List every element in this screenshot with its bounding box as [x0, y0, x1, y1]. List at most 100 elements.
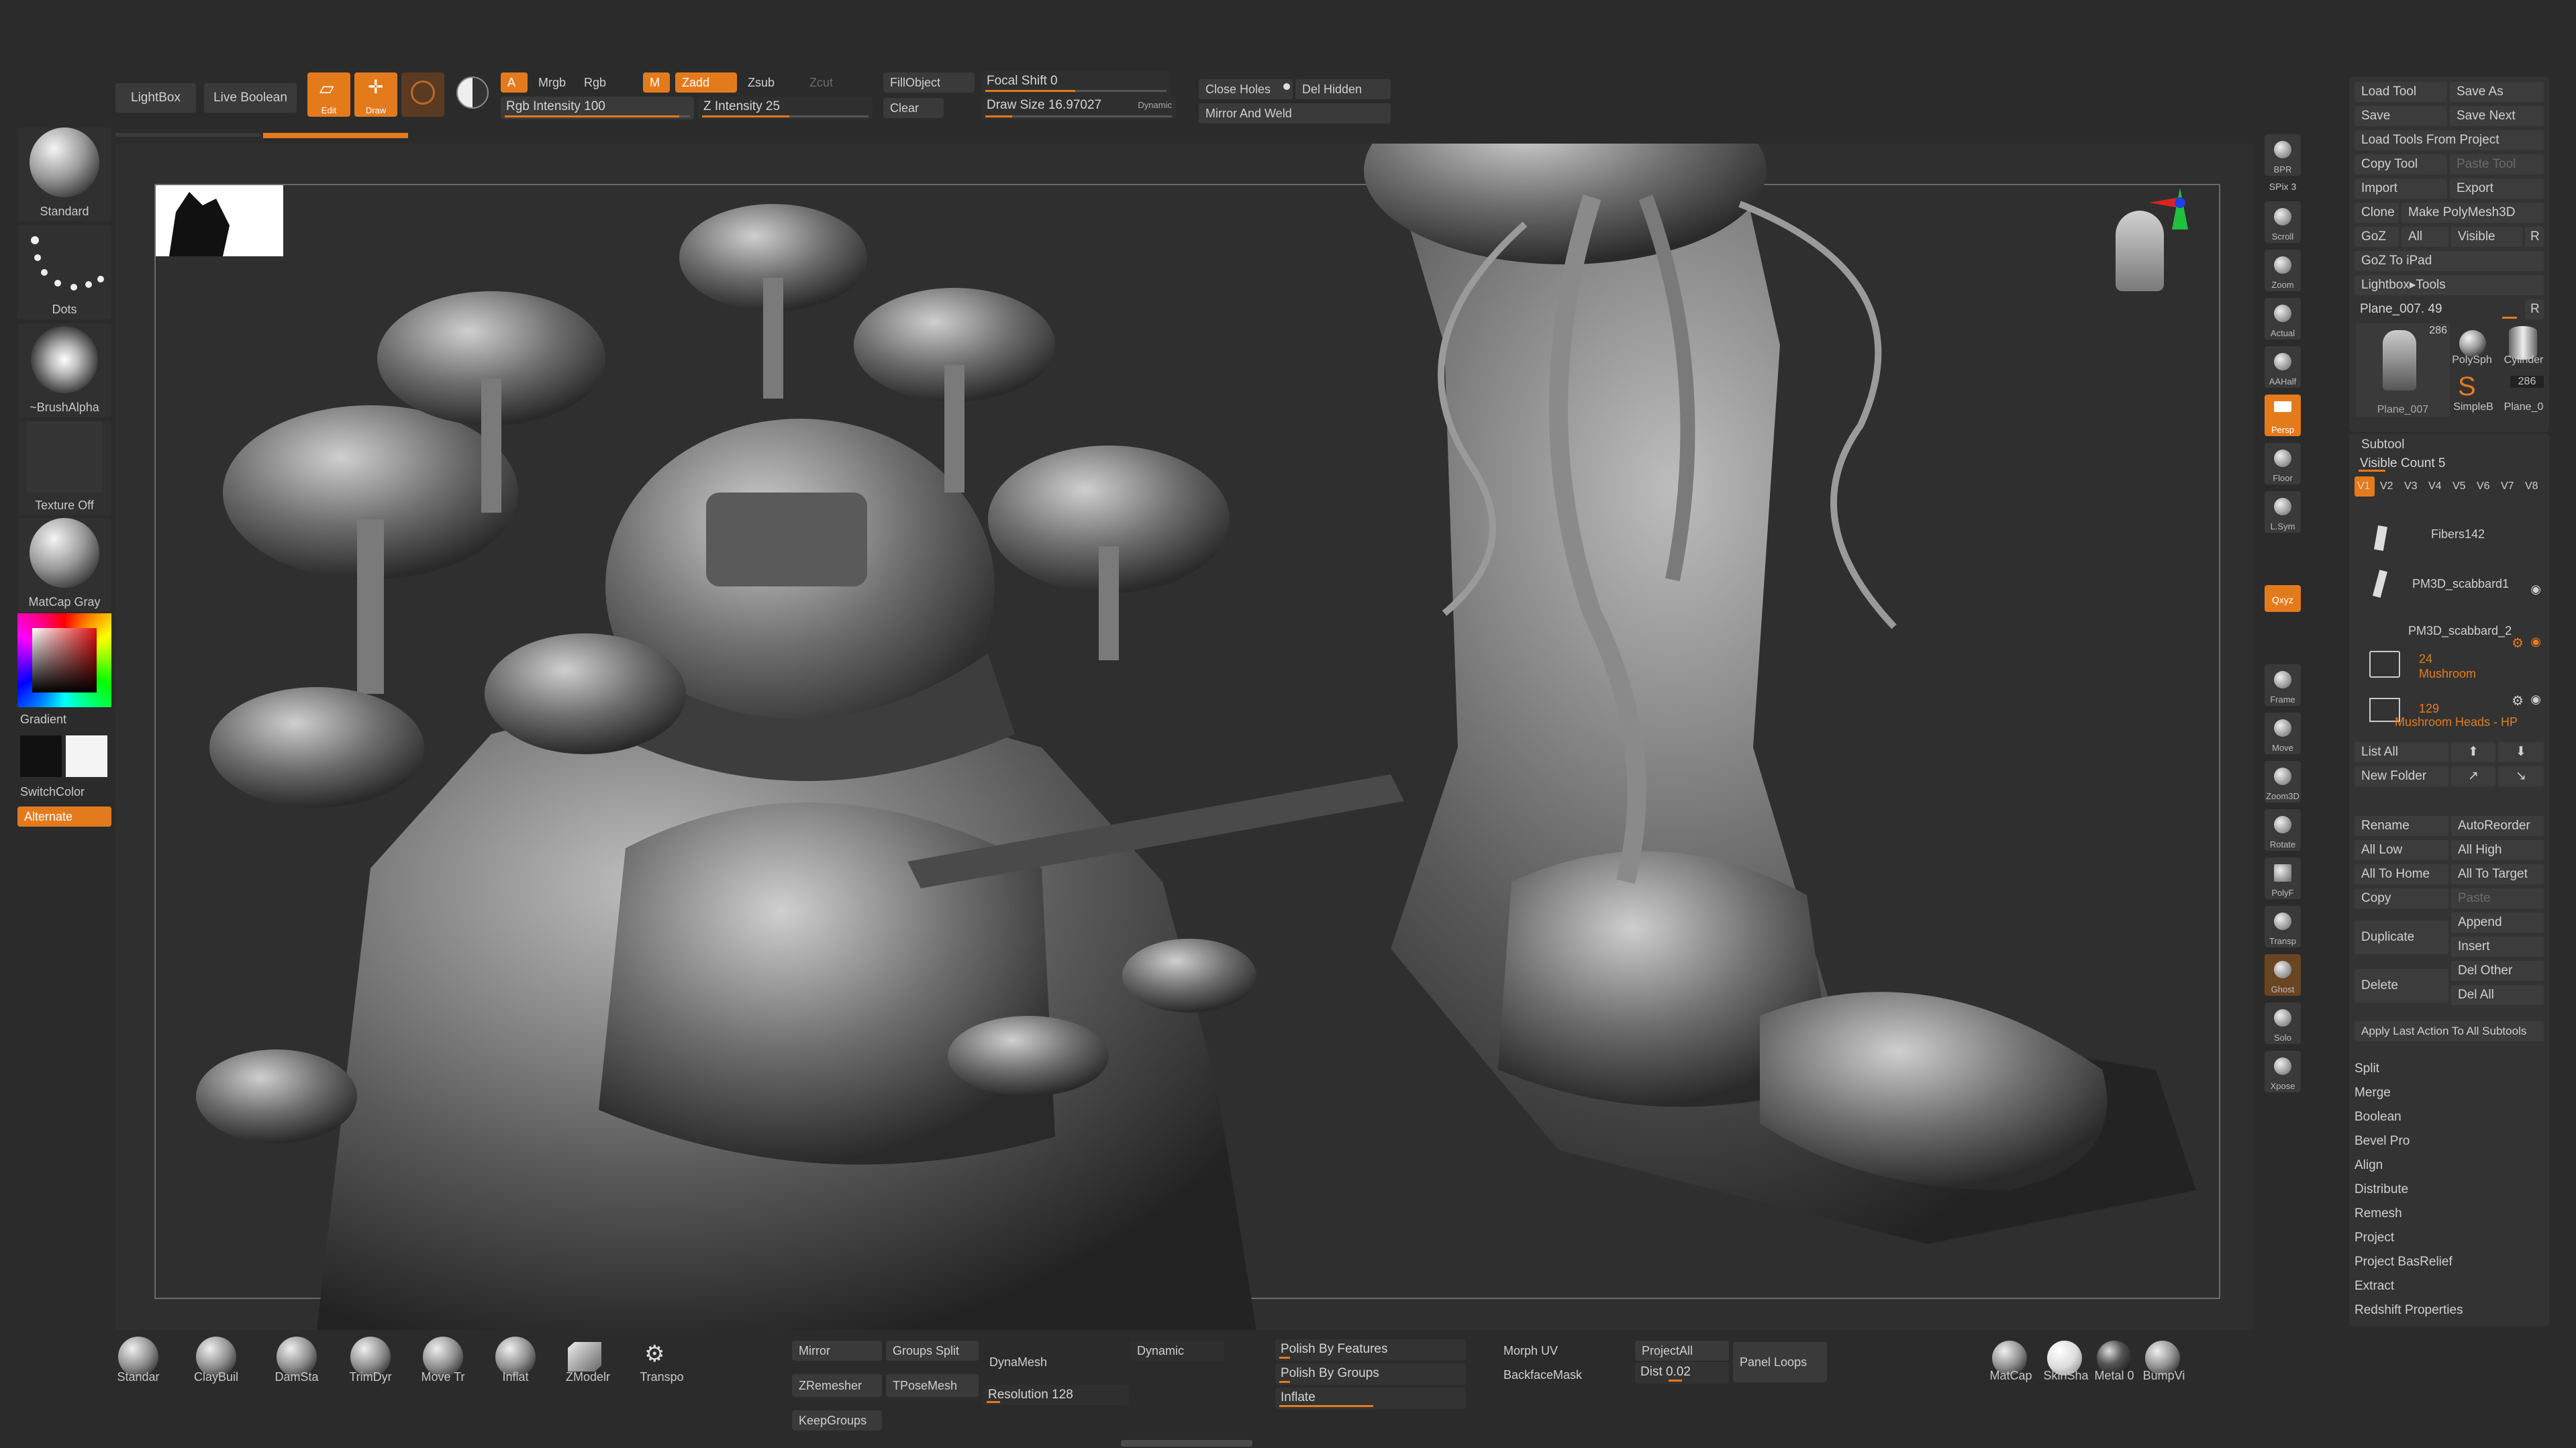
solo-button[interactable]: Solo: [2265, 1002, 2301, 1044]
save-next-button[interactable]: Save Next: [2450, 106, 2544, 126]
make-polymesh3d-button[interactable]: Make PolyMesh3D: [2401, 203, 2544, 223]
sculpt-model[interactable]: [115, 144, 2254, 1330]
document-canvas[interactable]: [115, 144, 2254, 1330]
zadd-button[interactable]: Zadd: [675, 72, 737, 93]
boolean-menu[interactable]: Boolean: [2355, 1106, 2542, 1129]
material-thumb[interactable]: MatCap Gray: [17, 518, 111, 612]
all-low-button[interactable]: All Low: [2355, 840, 2448, 860]
close-holes-button[interactable]: Close Holes: [1199, 79, 1293, 99]
canvas-bottom-scrollbar[interactable]: [1121, 1440, 1252, 1447]
bpr-render-button[interactable]: BPR: [2265, 134, 2301, 176]
zcut-button[interactable]: Zcut: [803, 72, 848, 93]
subtool-item-selected[interactable]: 129 Mushroom Heads - HP ⚙ ◉: [2355, 688, 2544, 733]
apply-last-action-button[interactable]: Apply Last Action To All Subtools: [2355, 1021, 2544, 1041]
save-button[interactable]: Save: [2355, 106, 2447, 126]
zremesher-button[interactable]: ZRemesher: [792, 1374, 882, 1397]
version-tab-v7[interactable]: V7: [2501, 476, 2514, 497]
simplebrush-icon[interactable]: S: [2458, 373, 2476, 400]
panel-loops-button[interactable]: Panel Loops: [1733, 1342, 1827, 1382]
move-folder-down-button[interactable]: ↘: [2498, 766, 2544, 786]
floor-button[interactable]: Floor: [2265, 443, 2301, 484]
goz-visible-button[interactable]: Visible: [2451, 227, 2522, 247]
load-tools-from-project-button[interactable]: Load Tools From Project: [2355, 130, 2544, 150]
switch-color-label[interactable]: SwitchColor: [20, 785, 85, 799]
version-tab-v1[interactable]: V1: [2355, 476, 2375, 497]
zoom3d-button[interactable]: Zoom3D: [2265, 761, 2301, 803]
subtool-title[interactable]: Subtool: [2361, 435, 2404, 455]
copy-tool-button[interactable]: Copy Tool: [2355, 154, 2447, 174]
autoreorder-button[interactable]: AutoReorder: [2451, 816, 2544, 836]
aahalf-button[interactable]: AAHalf: [2265, 346, 2301, 388]
move-up-button[interactable]: ⬆: [2451, 742, 2495, 762]
a-button[interactable]: A: [501, 72, 528, 93]
mirror-button[interactable]: Mirror: [792, 1341, 882, 1361]
zoom-button[interactable]: Zoom: [2265, 250, 2301, 291]
rgb-button[interactable]: Rgb: [577, 72, 617, 93]
sphere-mode-icon[interactable]: [456, 76, 489, 109]
rgb-intensity-slider[interactable]: Rgb Intensity 100: [501, 97, 694, 119]
color-picker[interactable]: [17, 613, 111, 707]
transpose-brush-icon[interactable]: ⚙: [644, 1341, 664, 1367]
focal-shift-slider[interactable]: Focal Shift 0: [981, 71, 1171, 94]
del-all-button[interactable]: Del All: [2451, 985, 2544, 1005]
dynamesh-button[interactable]: DynaMesh: [983, 1350, 1070, 1374]
zsub-button[interactable]: Zsub: [741, 72, 787, 93]
qxyz-button[interactable]: Qxyz: [2265, 585, 2301, 612]
polish-by-groups-slider[interactable]: Polish By Groups: [1275, 1363, 1466, 1385]
mrgb-button[interactable]: Mrgb: [532, 72, 573, 93]
draw-button[interactable]: ✛ Draw: [354, 72, 397, 117]
current-tool-slider[interactable]: Plane_007. 49: [2355, 299, 2525, 321]
scroll-button[interactable]: Scroll: [2265, 201, 2301, 243]
subtool-gear-icon[interactable]: ⚙: [2512, 692, 2524, 709]
paste-tool-button[interactable]: Paste Tool: [2450, 154, 2544, 174]
move-mode-button[interactable]: [401, 72, 444, 117]
spix-label[interactable]: SPix 3: [2263, 181, 2302, 192]
alternate-button[interactable]: Alternate: [17, 807, 111, 827]
subtool-eye-icon[interactable]: ◉: [2530, 582, 2541, 597]
mirror-and-weld-button[interactable]: Mirror And Weld: [1199, 103, 1391, 123]
import-button[interactable]: Import: [2355, 178, 2447, 199]
m-button[interactable]: M: [643, 72, 670, 93]
subtool-item[interactable]: Fibers142: [2355, 499, 2544, 551]
current-tool-r-button[interactable]: R: [2525, 299, 2544, 319]
resolution-slider[interactable]: Resolution 128: [983, 1385, 1129, 1405]
inflate-slider[interactable]: Inflate: [1275, 1388, 1466, 1409]
copy-button[interactable]: Copy: [2355, 888, 2448, 909]
insert-button[interactable]: Insert: [2451, 937, 2544, 957]
move-folder-up-button[interactable]: ↗: [2451, 766, 2495, 786]
head-navigator-icon[interactable]: [2116, 211, 2164, 291]
load-tool-button[interactable]: Load Tool: [2355, 82, 2447, 102]
clear-button[interactable]: Clear: [883, 98, 944, 118]
fill-object-button[interactable]: FillObject: [883, 72, 975, 93]
version-tab-v3[interactable]: V3: [2404, 476, 2418, 497]
polyf-button[interactable]: PolyF: [2265, 858, 2301, 899]
persp-button[interactable]: Persp: [2265, 395, 2301, 436]
lightbox-button[interactable]: LightBox: [115, 83, 196, 113]
dots-stroke-thumb[interactable]: Dots: [17, 225, 111, 319]
lsym-button[interactable]: L.Sym: [2265, 491, 2301, 533]
remesh-menu[interactable]: Remesh: [2355, 1202, 2542, 1225]
version-tab-v5[interactable]: V5: [2453, 476, 2466, 497]
project-menu[interactable]: Project: [2355, 1227, 2542, 1249]
version-tab-v4[interactable]: V4: [2428, 476, 2442, 497]
main-color-swatch[interactable]: [20, 735, 62, 777]
subtool-item[interactable]: PM3D_scabbard_2 ⚙ ◉: [2355, 599, 2544, 651]
version-tab-v6[interactable]: V6: [2477, 476, 2490, 497]
current-tool-thumb[interactable]: 286 Plane_007: [2356, 323, 2450, 417]
dist-slider[interactable]: Dist 0.02: [1635, 1362, 1729, 1384]
brush-alpha-thumb[interactable]: ~BrushAlpha: [17, 323, 111, 417]
standard-brush-thumb[interactable]: Standard: [17, 127, 111, 221]
bevel-pro-menu[interactable]: Bevel Pro: [2355, 1130, 2542, 1153]
xpose-button[interactable]: Xpose: [2265, 1051, 2301, 1092]
all-to-home-button[interactable]: All To Home: [2355, 864, 2448, 884]
delete-button[interactable]: Delete: [2355, 969, 2448, 1002]
all-high-button[interactable]: All High: [2451, 840, 2544, 860]
transp-button[interactable]: Transp: [2265, 906, 2301, 947]
subtool-item[interactable]: PM3D_scabbard1 ◉: [2355, 550, 2544, 599]
move-down-button[interactable]: ⬇: [2498, 742, 2544, 762]
draw-size-slider[interactable]: Draw Size 16.97027 Dynamic: [981, 95, 1176, 119]
z-intensity-slider[interactable]: Z Intensity 25: [698, 97, 873, 119]
merge-menu[interactable]: Merge: [2355, 1082, 2542, 1104]
groups-split-button[interactable]: Groups Split: [886, 1341, 979, 1361]
rename-button[interactable]: Rename: [2355, 816, 2448, 836]
